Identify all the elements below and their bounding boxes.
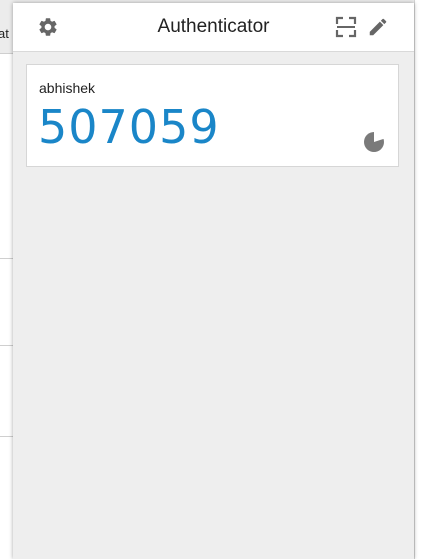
settings-button[interactable] bbox=[35, 14, 61, 40]
countdown-pie-icon bbox=[364, 131, 384, 152]
background-right-edge bbox=[414, 0, 432, 559]
popup-header: Authenticator bbox=[13, 3, 414, 52]
gear-icon bbox=[39, 18, 57, 36]
background-tab-text: at bbox=[0, 26, 9, 41]
entry-otp-code[interactable]: 507059 bbox=[38, 100, 220, 154]
screen: at Authenticator abhishek 507059 bbox=[0, 0, 432, 559]
edit-button[interactable] bbox=[365, 14, 391, 40]
background-divider bbox=[0, 436, 13, 437]
scan-qr-button[interactable] bbox=[333, 14, 359, 40]
background-divider bbox=[0, 345, 13, 346]
pencil-icon bbox=[369, 18, 387, 36]
entry-account-name: abhishek bbox=[39, 80, 96, 96]
scan-qr-icon bbox=[335, 16, 357, 38]
entry-card[interactable]: abhishek 507059 bbox=[26, 64, 399, 167]
background-divider bbox=[0, 258, 13, 259]
authenticator-popup: Authenticator abhishek 507059 bbox=[13, 3, 414, 559]
